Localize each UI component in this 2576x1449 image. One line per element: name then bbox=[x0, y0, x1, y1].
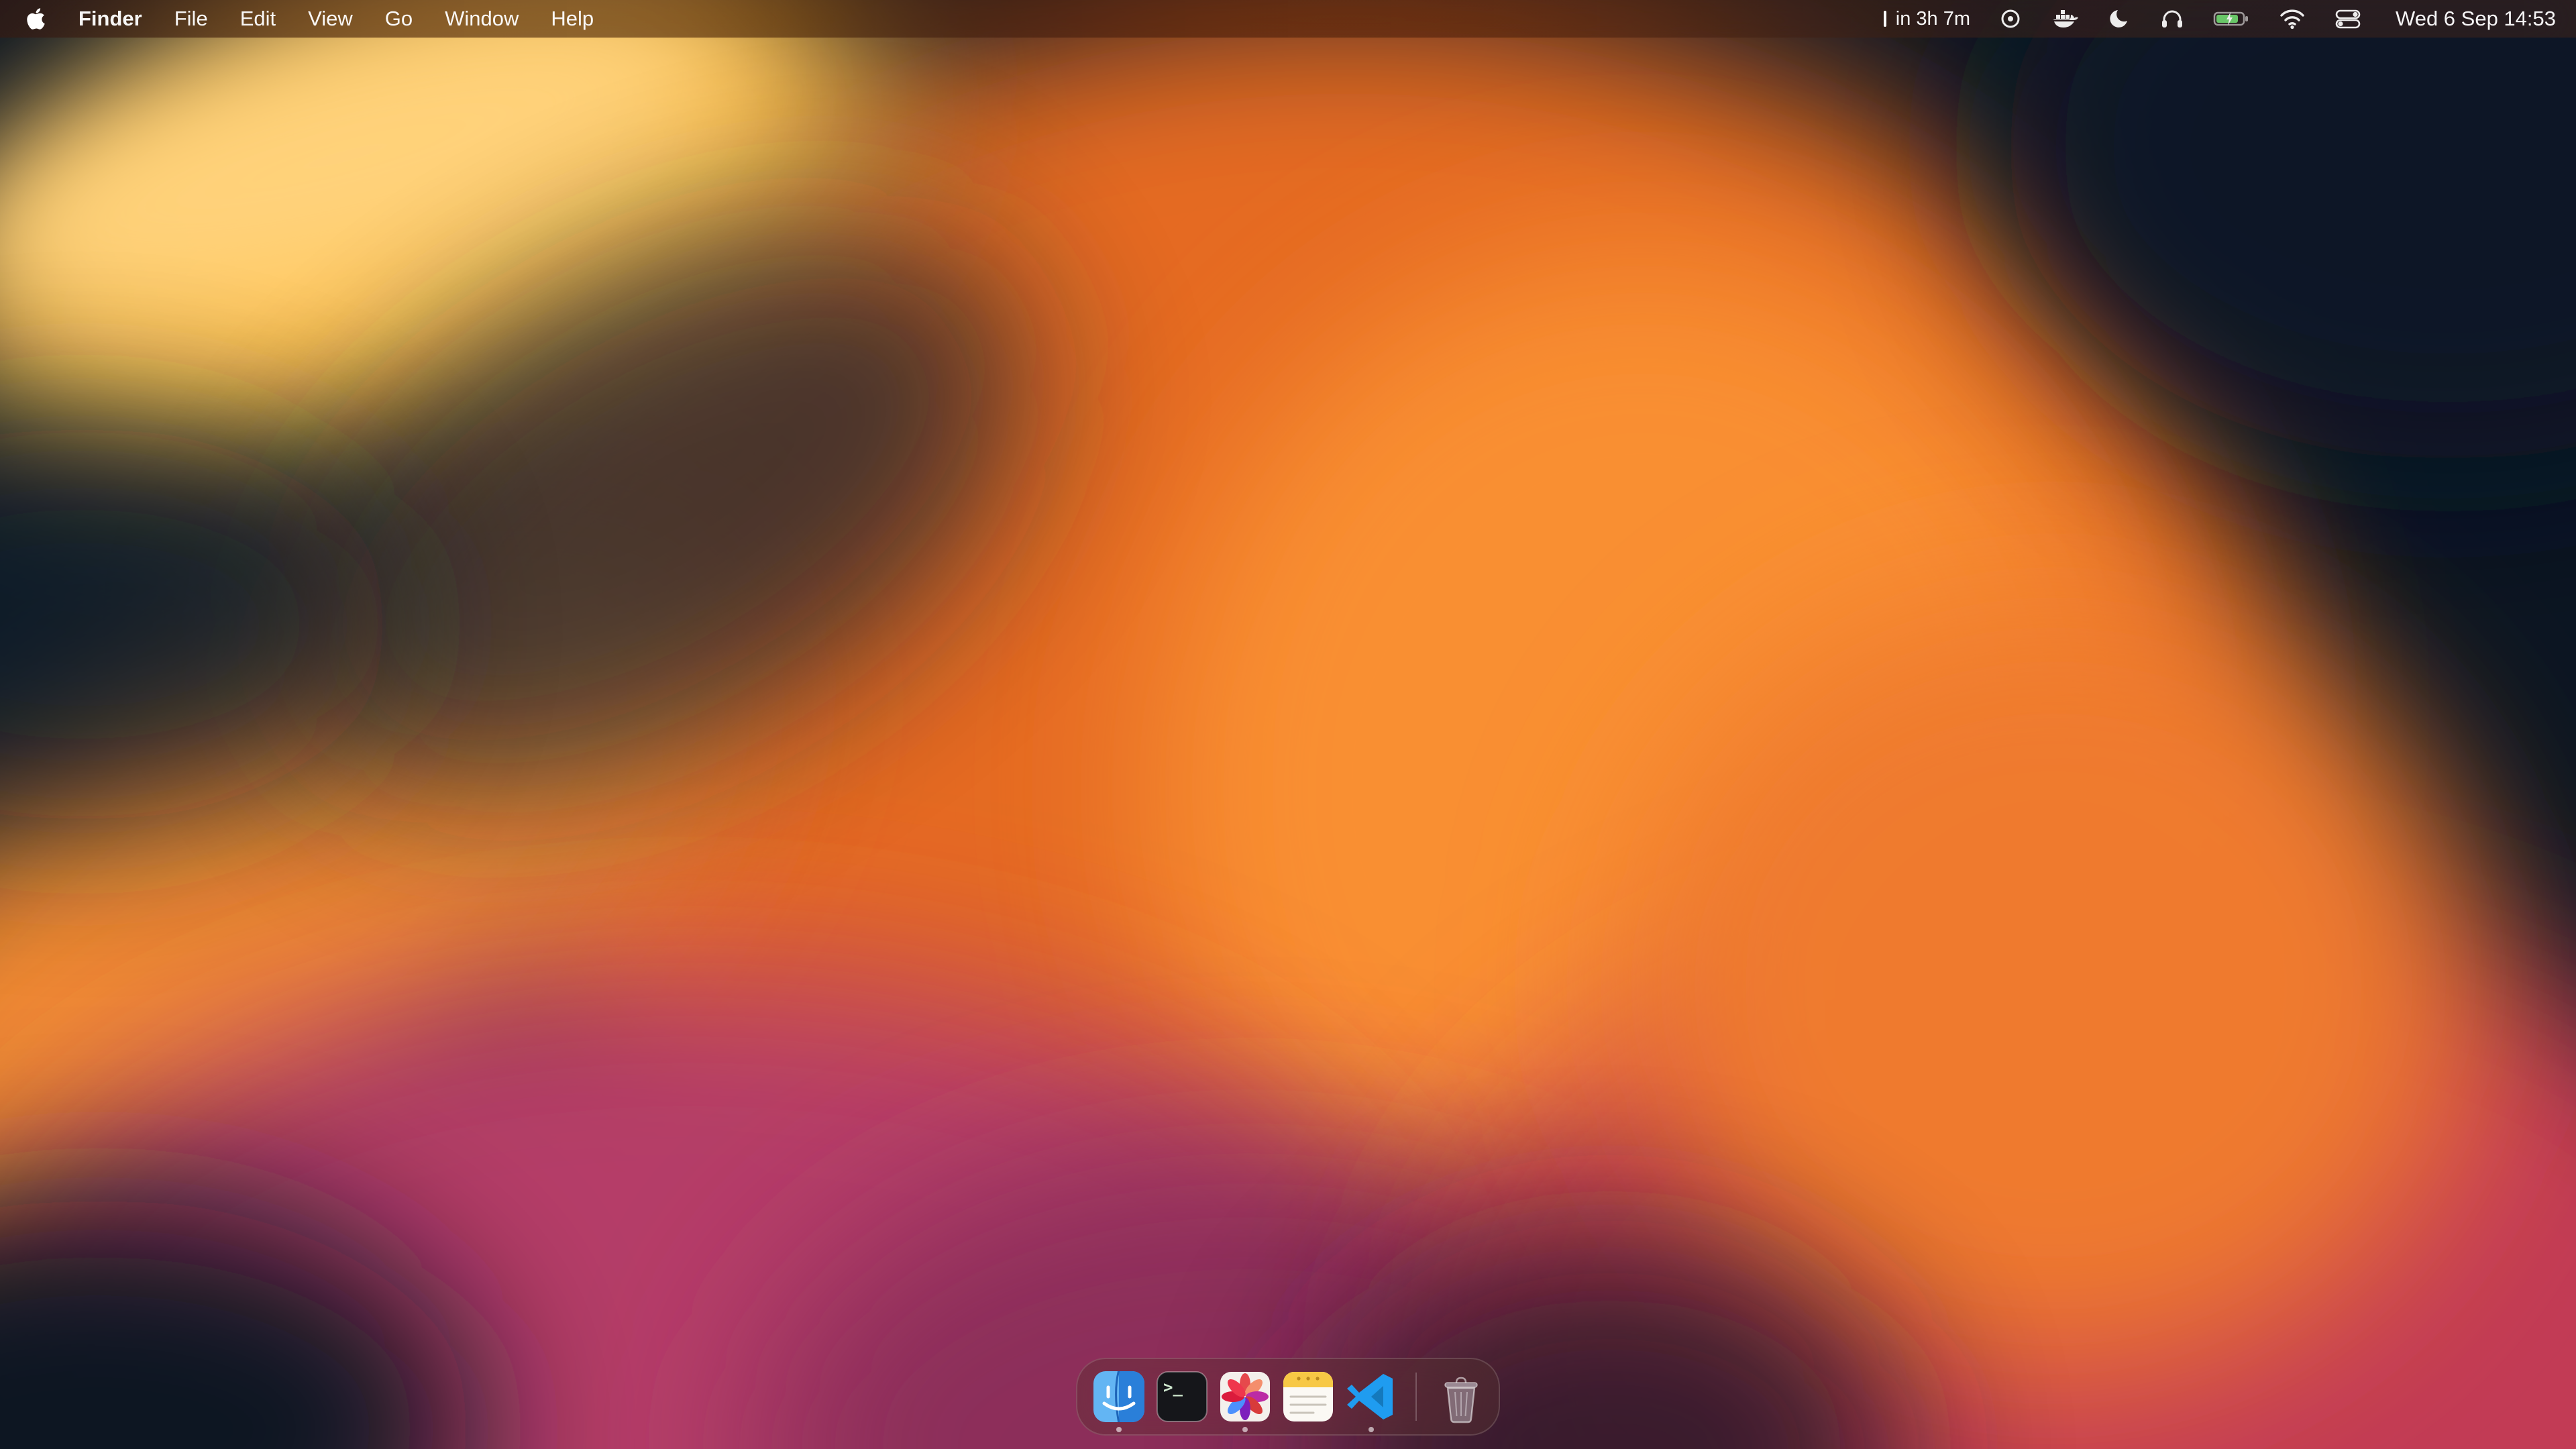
dock-item-vscode[interactable] bbox=[1344, 1370, 1398, 1424]
dock-item-notes[interactable] bbox=[1281, 1370, 1335, 1424]
active-app-name[interactable]: Finder bbox=[62, 7, 158, 31]
terminal-icon: >_ bbox=[1155, 1370, 1209, 1424]
apple-menu[interactable] bbox=[20, 7, 62, 31]
battery-icon[interactable] bbox=[2213, 7, 2251, 31]
running-indicator bbox=[1242, 1427, 1248, 1432]
headphones-icon[interactable] bbox=[2159, 7, 2185, 31]
menu-bar: Finder File Edit View Go Window Help in … bbox=[0, 0, 2576, 38]
control-center-icon[interactable] bbox=[2334, 7, 2362, 31]
running-indicator bbox=[1368, 1427, 1374, 1432]
trash-icon bbox=[1434, 1372, 1488, 1426]
timer-bar-icon bbox=[1882, 7, 1888, 30]
menu-bar-status-area: in 3h 7m bbox=[1882, 7, 2556, 31]
menu-help[interactable]: Help bbox=[535, 7, 610, 31]
timer-label: in 3h 7m bbox=[1896, 8, 1970, 30]
apple-logo-icon bbox=[27, 7, 45, 31]
desktop-wallpaper bbox=[0, 0, 2576, 1449]
vscode-icon bbox=[1344, 1370, 1398, 1424]
menu-file[interactable]: File bbox=[158, 7, 224, 31]
dock-item-finder[interactable] bbox=[1092, 1370, 1146, 1424]
circular-gauge-icon[interactable] bbox=[1998, 7, 2023, 31]
timer-menu-extra[interactable]: in 3h 7m bbox=[1882, 7, 1970, 30]
dock-separator bbox=[1415, 1373, 1417, 1421]
dock-item-photos[interactable] bbox=[1218, 1370, 1272, 1424]
menu-view[interactable]: View bbox=[292, 7, 369, 31]
finder-icon bbox=[1092, 1370, 1146, 1424]
photos-icon bbox=[1218, 1370, 1272, 1424]
dock: >_ bbox=[1076, 1358, 1500, 1436]
docker-icon[interactable] bbox=[2051, 7, 2079, 31]
wifi-icon[interactable] bbox=[2279, 7, 2306, 31]
svg-text:>_: >_ bbox=[1163, 1378, 1183, 1397]
focus-moon-icon[interactable] bbox=[2107, 7, 2131, 31]
menu-window[interactable]: Window bbox=[429, 7, 535, 31]
notes-icon bbox=[1281, 1370, 1335, 1424]
menu-bar-clock[interactable]: Wed 6 Sep 14:53 bbox=[2390, 7, 2556, 31]
dock-item-trash[interactable] bbox=[1434, 1372, 1484, 1421]
dock-item-terminal[interactable]: >_ bbox=[1155, 1370, 1209, 1424]
menu-edit[interactable]: Edit bbox=[224, 7, 292, 31]
running-indicator bbox=[1116, 1427, 1122, 1432]
menu-go[interactable]: Go bbox=[369, 7, 429, 31]
